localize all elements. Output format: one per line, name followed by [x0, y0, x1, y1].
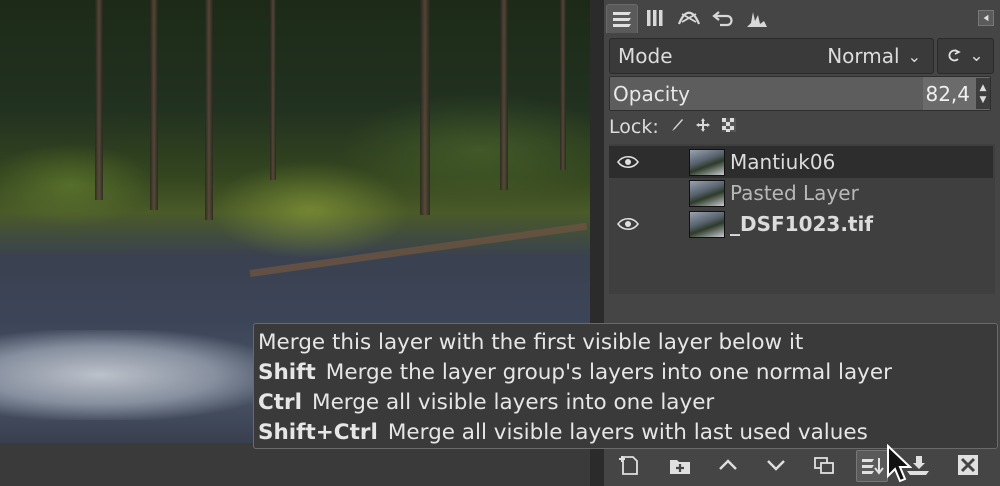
tree-trunk — [150, 0, 158, 210]
spin-down-icon[interactable]: ▼ — [980, 94, 987, 106]
paths-icon — [677, 11, 701, 25]
lock-label: Lock: — [609, 116, 659, 138]
composite-mode-button[interactable]: ⌄ — [937, 38, 994, 74]
undo-history-icon — [712, 11, 733, 27]
tooltip-modifier-key: Ctrl — [258, 390, 303, 415]
layer-thumbnail — [689, 210, 725, 238]
opacity-label: Opacity — [613, 81, 690, 106]
merge-down-tooltip: Merge this layer with the first visible … — [253, 323, 998, 449]
lock-alpha-icon[interactable] — [721, 116, 737, 138]
layer-row[interactable]: Pasted Layer — [609, 177, 993, 209]
tree-trunk — [560, 0, 566, 170]
merge-down-icon — [862, 458, 884, 475]
opacity-spinner[interactable]: ▲ ▼ — [976, 78, 990, 109]
duplicate-layer-button[interactable] — [809, 450, 839, 480]
layers-icon — [613, 12, 631, 27]
tooltip-line: Ctrl Merge all visible layers into one la… — [258, 388, 997, 418]
channels-icon — [647, 10, 663, 26]
raise-layer-button[interactable] — [713, 450, 743, 480]
lower-layer-icon — [767, 460, 785, 471]
fallen-log — [249, 222, 588, 277]
tab-undo-history[interactable] — [708, 4, 738, 32]
raise-layer-icon — [719, 459, 737, 470]
dock-tab-bar — [604, 0, 1000, 34]
river-water — [0, 330, 280, 420]
histogram-icon — [747, 12, 767, 27]
delete-layer-icon — [958, 455, 978, 475]
new-layer-icon — [619, 456, 638, 475]
layers-button-bar — [604, 445, 1000, 486]
lower-layer-button[interactable] — [761, 450, 791, 480]
opacity-scale[interactable]: Opacity 82,4 ▲ ▼ — [609, 76, 991, 111]
spin-up-icon[interactable]: ▲ — [980, 82, 987, 94]
lock-pixels-icon[interactable] — [669, 116, 685, 138]
layers-list[interactable]: Mantiuk06 Pasted Layer _DSF1023.tif — [609, 144, 995, 294]
chevron-down-icon: ⌄ — [969, 46, 984, 66]
new-layer-group-button[interactable] — [665, 450, 695, 480]
tooltip-line: Shift Merge the layer group's layers into… — [258, 358, 997, 388]
merge-down-button[interactable] — [856, 450, 888, 482]
layer-name: Pasted Layer — [730, 181, 859, 205]
tab-histogram[interactable] — [742, 4, 772, 32]
tooltip-text: Merge all visible layers with last used … — [387, 420, 868, 445]
tooltip-modifier-key: Shift — [258, 360, 316, 385]
tree-trunk — [95, 0, 103, 200]
mode-label: Mode — [618, 44, 673, 68]
mouse-pointer-icon — [887, 444, 912, 483]
tree-trunk — [420, 0, 430, 215]
new-layer-group-icon — [670, 460, 690, 474]
chevron-down-icon: ⌄ — [907, 46, 921, 66]
opacity-value: 82,4 — [925, 81, 970, 106]
tooltip-text: Merge the layer group's layers into one … — [325, 360, 892, 385]
layer-name: _DSF1023.tif — [730, 212, 874, 236]
tree-trunk — [500, 0, 508, 190]
eye-icon[interactable] — [617, 154, 639, 170]
tree-trunk — [270, 0, 276, 180]
tooltip-line: Merge this layer with the first visible … — [258, 328, 997, 358]
tree-trunk — [205, 0, 213, 220]
tooltip-modifier-key: Shift+Ctrl — [258, 420, 378, 445]
composite-mode-icon — [948, 49, 962, 62]
new-layer-button[interactable] — [615, 450, 645, 480]
layer-row[interactable]: Mantiuk06 — [609, 146, 993, 178]
lock-row: Lock: — [609, 116, 737, 138]
duplicate-layer-icon — [814, 457, 834, 474]
layer-name: Mantiuk06 — [730, 150, 836, 174]
mode-value: Normal — [827, 44, 900, 68]
delete-layer-button[interactable] — [953, 450, 983, 480]
lock-position-icon[interactable] — [695, 116, 711, 138]
layer-row[interactable]: _DSF1023.tif — [609, 208, 993, 240]
eye-icon[interactable] — [617, 216, 639, 232]
tab-channels[interactable] — [640, 4, 670, 32]
mode-dropdown[interactable]: Mode Normal ⌄ — [609, 38, 934, 74]
dock-menu-button[interactable] — [978, 10, 994, 26]
canvas-status-bar — [0, 443, 590, 486]
tab-layers[interactable] — [606, 4, 638, 33]
layer-thumbnail — [689, 148, 725, 176]
tooltip-text: Merge this layer with the first visible … — [258, 330, 804, 355]
tooltip-text: Merge all visible layers into one layer — [312, 390, 715, 415]
layer-thumbnail — [689, 179, 725, 207]
tab-paths[interactable] — [674, 4, 704, 32]
triangle-left-icon — [983, 14, 989, 22]
